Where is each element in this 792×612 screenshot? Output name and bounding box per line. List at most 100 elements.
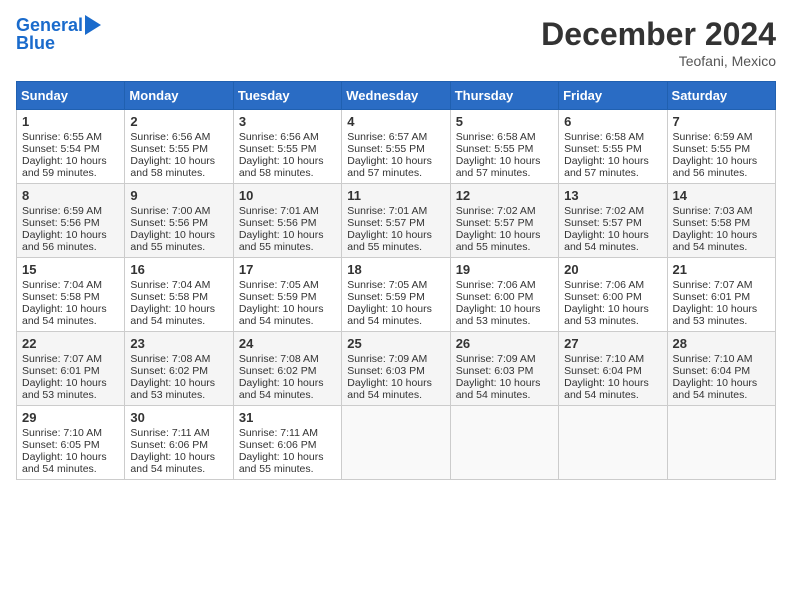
- daylight-label: Daylight: 10 hours and 54 minutes.: [22, 451, 107, 475]
- day-number: 20: [564, 262, 661, 277]
- sunset-label: Sunset: 6:05 PM: [22, 439, 100, 451]
- sunrise-label: Sunrise: 7:02 AM: [564, 205, 644, 217]
- sunset-label: Sunset: 6:02 PM: [239, 365, 317, 377]
- day-number: 31: [239, 410, 336, 425]
- calendar-day-8: 8Sunrise: 6:59 AMSunset: 5:56 PMDaylight…: [17, 184, 125, 258]
- day-number: 25: [347, 336, 444, 351]
- sunrise-label: Sunrise: 7:07 AM: [22, 353, 102, 365]
- calendar-day-11: 11Sunrise: 7:01 AMSunset: 5:57 PMDayligh…: [342, 184, 450, 258]
- calendar-week-4: 22 Sunrise: 7:07 AMSunset: 6:01 PM Dayligh…: [17, 332, 776, 406]
- day-number: 14: [673, 188, 770, 203]
- daylight-label: Daylight: 10 hours and 53 minutes.: [564, 303, 649, 327]
- sunset-label: Sunset: 5:57 PM: [564, 217, 642, 229]
- daylight-label: Daylight: 10 hours and 55 minutes.: [239, 229, 324, 253]
- sunset-label: Sunset: 6:03 PM: [456, 365, 534, 377]
- column-header-monday: Monday: [125, 82, 233, 110]
- calendar-day-1: 1Sunrise: 6:55 AMSunset: 5:54 PMDaylight…: [17, 110, 125, 184]
- sunrise-label: Sunrise: 7:10 AM: [564, 353, 644, 365]
- sunset-label: Sunset: 5:54 PM: [22, 143, 100, 155]
- calendar-day-12: 12Sunrise: 7:02 AMSunset: 5:57 PMDayligh…: [450, 184, 558, 258]
- sunset-label: Sunset: 5:55 PM: [347, 143, 425, 155]
- calendar-day-26: 26Sunrise: 7:09 AMSunset: 6:03 PMDayligh…: [450, 332, 558, 406]
- sunset-label: Sunset: 5:55 PM: [130, 143, 208, 155]
- sunset-label: Sunset: 5:57 PM: [347, 217, 425, 229]
- calendar-day-empty: [342, 406, 450, 480]
- day-number: 16: [130, 262, 227, 277]
- daylight-label: Daylight: 10 hours and 55 minutes.: [456, 229, 541, 253]
- calendar-header-row: SundayMondayTuesdayWednesdayThursdayFrid…: [17, 82, 776, 110]
- sunset-label: Sunset: 6:04 PM: [673, 365, 751, 377]
- daylight-label: Daylight: 10 hours and 54 minutes.: [22, 303, 107, 327]
- calendar-day-9: 9Sunrise: 7:00 AMSunset: 5:56 PMDaylight…: [125, 184, 233, 258]
- sunset-label: Sunset: 6:01 PM: [22, 365, 100, 377]
- column-header-friday: Friday: [559, 82, 667, 110]
- calendar-day-14: 14Sunrise: 7:03 AMSunset: 5:58 PMDayligh…: [667, 184, 775, 258]
- day-number: 8: [22, 188, 119, 203]
- sunrise-label: Sunrise: 7:02 AM: [456, 205, 536, 217]
- day-number: 9: [130, 188, 227, 203]
- title-area: December 2024 Teofani, Mexico: [541, 16, 776, 69]
- day-number: 13: [564, 188, 661, 203]
- calendar-day-3: 3 Sunrise: 6:56 AMSunset: 5:55 PMDaylight…: [233, 110, 341, 184]
- sunset-label: Sunset: 6:01 PM: [673, 291, 751, 303]
- day-number: 18: [347, 262, 444, 277]
- calendar-day-2: 2Sunrise: 6:56 AMSunset: 5:55 PMDaylight…: [125, 110, 233, 184]
- daylight-label: Daylight: 10 hours and 54 minutes.: [347, 303, 432, 327]
- day-number: 22: [22, 336, 119, 351]
- sunrise-label: Sunrise: 7:06 AM: [564, 279, 644, 291]
- column-header-wednesday: Wednesday: [342, 82, 450, 110]
- sunrise-label: Sunrise: 7:08 AM: [239, 353, 319, 365]
- sunrise-label: Sunrise: 6:59 AM: [673, 131, 753, 143]
- day-number: 1: [22, 114, 119, 129]
- column-header-thursday: Thursday: [450, 82, 558, 110]
- calendar-day-22: 22Sunrise: 7:07 AMSunset: 6:01 PMDayligh…: [17, 332, 125, 406]
- column-header-saturday: Saturday: [667, 82, 775, 110]
- sunrise-label: Sunrise: 6:58 AM: [456, 131, 536, 143]
- sunrise-label: Sunrise: 6:57 AM: [347, 131, 427, 143]
- daylight-label: Daylight: 10 hours and 53 minutes.: [130, 377, 215, 401]
- daylight-label: Daylight: 10 hours and 57 minutes.: [456, 155, 541, 179]
- day-number: 10: [239, 188, 336, 203]
- sunset-label: Sunset: 5:59 PM: [347, 291, 425, 303]
- sunset-label: Sunset: 5:58 PM: [673, 217, 751, 229]
- day-number: 30: [130, 410, 227, 425]
- day-number: 3: [239, 114, 336, 129]
- sunset-label: Sunset: 6:04 PM: [564, 365, 642, 377]
- daylight-label: Daylight: 10 hours and 54 minutes.: [347, 377, 432, 401]
- calendar-day-17: 17Sunrise: 7:05 AMSunset: 5:59 PMDayligh…: [233, 258, 341, 332]
- calendar-day-20: 20 Sunrise: 7:06 AMSunset: 6:00 PMDayligh…: [559, 258, 667, 332]
- daylight-label: Daylight: 10 hours and 54 minutes.: [673, 229, 758, 253]
- sunset-label: Sunset: 6:02 PM: [130, 365, 208, 377]
- sunrise-label: Sunrise: 6:56 AM: [239, 131, 319, 143]
- logo: General Blue: [16, 16, 101, 54]
- calendar-day-28: 28Sunrise: 7:10 AMSunset: 6:04 PMDayligh…: [667, 332, 775, 406]
- day-number: 21: [673, 262, 770, 277]
- sunset-label: Sunset: 6:00 PM: [456, 291, 534, 303]
- calendar-day-empty: [559, 406, 667, 480]
- sunset-label: Sunset: 5:56 PM: [239, 217, 317, 229]
- daylight-label: Daylight: 10 hours and 58 minutes.: [239, 155, 324, 179]
- day-number: 29: [22, 410, 119, 425]
- calendar-day-16: 16Sunrise: 7:04 AMSunset: 5:58 PMDayligh…: [125, 258, 233, 332]
- sunset-label: Sunset: 5:58 PM: [130, 291, 208, 303]
- sunset-label: Sunset: 5:55 PM: [239, 143, 317, 155]
- logo-subtext: Blue: [16, 34, 55, 54]
- sunset-label: Sunset: 6:00 PM: [564, 291, 642, 303]
- sunrise-label: Sunrise: 7:08 AM: [130, 353, 210, 365]
- sunrise-label: Sunrise: 7:11 AM: [130, 427, 209, 439]
- day-number: 17: [239, 262, 336, 277]
- day-number: 7: [673, 114, 770, 129]
- sunset-label: Sunset: 5:55 PM: [673, 143, 751, 155]
- sunrise-label: Sunrise: 7:00 AM: [130, 205, 210, 217]
- day-number: 28: [673, 336, 770, 351]
- calendar-week-3: 15Sunrise: 7:04 AMSunset: 5:58 PMDayligh…: [17, 258, 776, 332]
- daylight-label: Daylight: 10 hours and 54 minutes.: [130, 303, 215, 327]
- sunset-label: Sunset: 6:06 PM: [239, 439, 317, 451]
- day-number: 4: [347, 114, 444, 129]
- daylight-label: Daylight: 10 hours and 58 minutes.: [130, 155, 215, 179]
- day-number: 6: [564, 114, 661, 129]
- calendar-day-13: 13Sunrise: 7:02 AMSunset: 5:57 PMDayligh…: [559, 184, 667, 258]
- sunset-label: Sunset: 5:58 PM: [22, 291, 100, 303]
- sunrise-label: Sunrise: 7:05 AM: [239, 279, 319, 291]
- calendar-day-6: 6Sunrise: 6:58 AMSunset: 5:55 PMDaylight…: [559, 110, 667, 184]
